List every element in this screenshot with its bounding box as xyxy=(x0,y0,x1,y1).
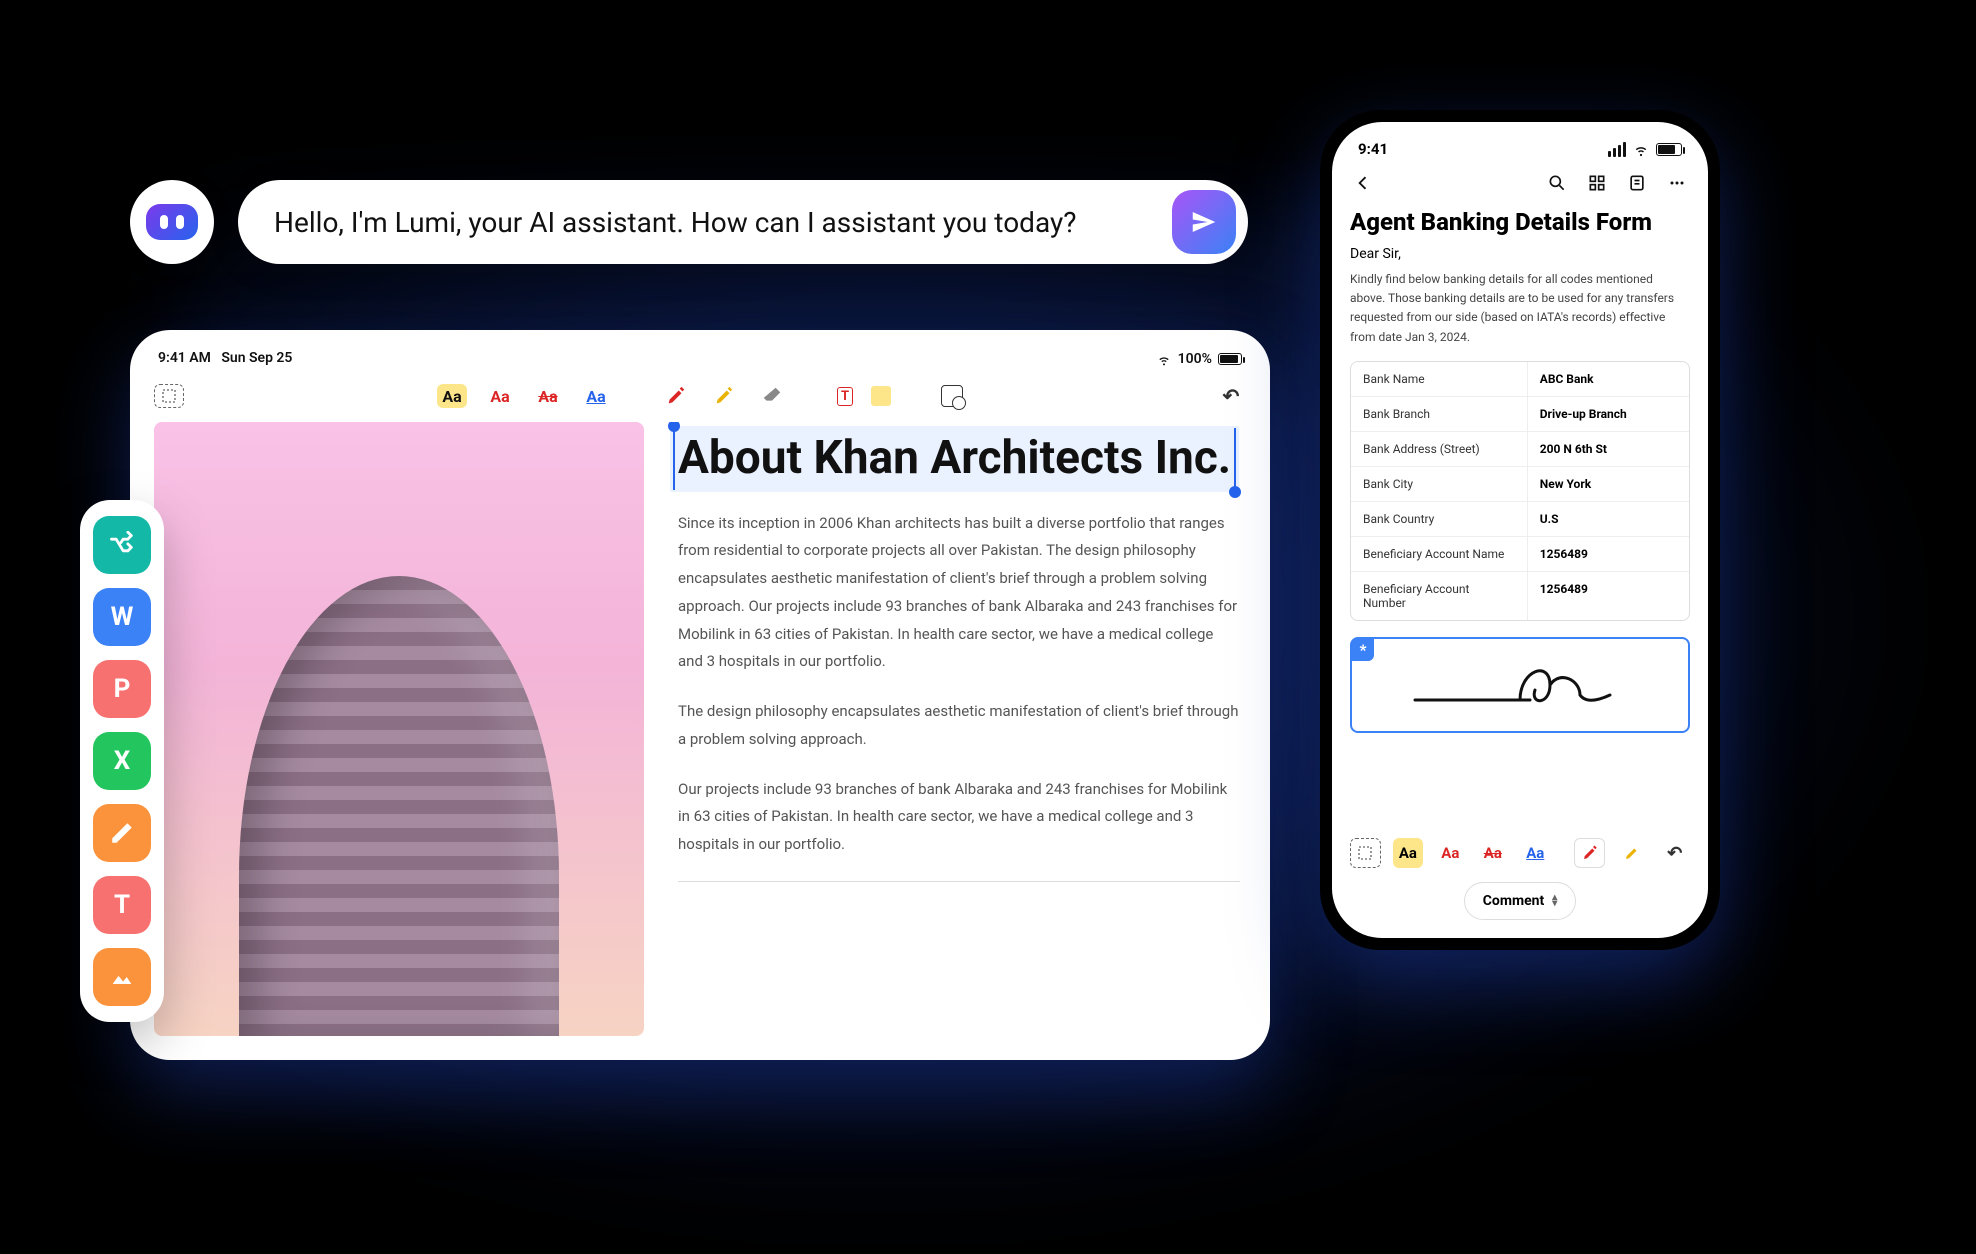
battery-pct: 100% xyxy=(1178,351,1212,367)
marker-red-icon[interactable] xyxy=(1574,838,1605,868)
battery-icon xyxy=(1218,353,1242,365)
phone-document: Agent Banking Details Form Dear Sir, Kin… xyxy=(1350,208,1690,824)
dock-excel-icon[interactable]: X xyxy=(93,732,151,790)
ai-assistant-bar: Hello, I'm Lumi, your AI assistant. How … xyxy=(130,180,1248,264)
status-time: 9:41 AM xyxy=(158,350,211,366)
undo-icon[interactable]: ↶ xyxy=(1660,838,1690,868)
table-row: Bank NameABC Bank xyxy=(1351,362,1689,396)
tablet-status-bar: 9:41 AM Sun Sep 25 100% xyxy=(154,344,1246,380)
wifi-icon xyxy=(1156,350,1172,368)
phone-frame: 9:41 xyxy=(1320,110,1720,950)
table-row: Bank Address (Street)200 N 6th St xyxy=(1351,431,1689,466)
grid-icon[interactable] xyxy=(1586,172,1608,194)
tablet-window: 9:41 AM Sun Sep 25 100% Aa Aa Aa Aa xyxy=(130,330,1270,1060)
table-row: Bank BranchDrive-up Branch xyxy=(1351,396,1689,431)
text-color-tool[interactable]: Aa xyxy=(1435,838,1465,868)
comment-label: Comment xyxy=(1483,893,1544,909)
wifi-icon xyxy=(1632,140,1650,158)
textbox-tool[interactable]: T xyxy=(837,387,853,406)
underline-tool[interactable]: Aa xyxy=(581,384,611,408)
marker-yellow-icon[interactable] xyxy=(709,384,739,408)
phone-topbar xyxy=(1350,168,1690,208)
selected-title[interactable]: About Khan Architects Inc. xyxy=(678,430,1231,488)
phone-status-bar: 9:41 xyxy=(1350,136,1690,168)
dock-ppt-icon[interactable]: P xyxy=(93,660,151,718)
dock-text-icon[interactable]: T xyxy=(93,876,151,934)
doc-title: About Khan Architects Inc. xyxy=(678,430,1231,488)
ai-robot-icon[interactable] xyxy=(130,180,214,264)
status-date: Sun Sep 25 xyxy=(221,350,292,366)
table-row: Beneficiary Account Name1256489 xyxy=(1351,536,1689,571)
outline-icon[interactable] xyxy=(1626,172,1648,194)
doc-paragraph: Our projects include 93 branches of bank… xyxy=(678,776,1240,859)
doc-paragraph: Since its inception in 2006 Khan archite… xyxy=(678,510,1240,677)
highlight-text-tool[interactable]: Aa xyxy=(437,384,467,408)
ai-input-pill[interactable]: Hello, I'm Lumi, your AI assistant. How … xyxy=(238,180,1248,264)
app-dock: W P X T xyxy=(80,500,164,1022)
highlight-text-tool[interactable]: Aa xyxy=(1393,838,1423,868)
select-tool-icon[interactable] xyxy=(154,384,184,408)
back-icon[interactable] xyxy=(1352,172,1374,194)
marker-yellow-icon[interactable] xyxy=(1617,838,1647,868)
doc-paragraph: The design philosophy encapsulates aesth… xyxy=(678,698,1240,754)
form-table: Bank NameABC Bank Bank BranchDrive-up Br… xyxy=(1350,361,1690,621)
phone-time: 9:41 xyxy=(1358,140,1388,158)
comment-button[interactable]: Comment ▴▾ xyxy=(1464,882,1577,920)
dock-word-icon[interactable]: W xyxy=(93,588,151,646)
table-row: Beneficiary Account Number1256489 xyxy=(1351,571,1689,620)
search-icon[interactable] xyxy=(1546,172,1568,194)
phone-toolbar: Aa Aa Aa Aa ↶ xyxy=(1350,824,1690,878)
form-title: Agent Banking Details Form xyxy=(1350,208,1690,236)
signature-field[interactable]: * xyxy=(1350,637,1690,733)
dock-image-icon[interactable] xyxy=(93,948,151,1006)
dock-edit-icon[interactable] xyxy=(93,804,151,862)
shape-tool-icon[interactable] xyxy=(941,385,963,407)
signature-icon xyxy=(1410,650,1630,720)
battery-icon xyxy=(1656,143,1682,156)
ai-greeting-text: Hello, I'm Lumi, your AI assistant. How … xyxy=(274,206,1152,239)
divider xyxy=(678,881,1240,882)
document-image xyxy=(154,422,644,1036)
form-description: Kindly find below banking details for al… xyxy=(1350,270,1690,347)
more-icon[interactable] xyxy=(1666,172,1688,194)
text-color-tool[interactable]: Aa xyxy=(485,384,515,408)
required-badge: * xyxy=(1352,639,1374,661)
eraser-icon[interactable] xyxy=(757,384,787,408)
form-salutation: Dear Sir, xyxy=(1350,246,1690,262)
marker-red-icon[interactable] xyxy=(661,384,691,408)
chevron-updown-icon: ▴▾ xyxy=(1552,895,1557,907)
select-tool-icon[interactable] xyxy=(1350,838,1381,868)
send-button[interactable] xyxy=(1172,190,1236,254)
document-content: About Khan Architects Inc. Since its inc… xyxy=(678,422,1246,1036)
signal-icon xyxy=(1608,142,1626,157)
table-row: Bank CountryU.S xyxy=(1351,501,1689,536)
dock-shuffle-icon[interactable] xyxy=(93,516,151,574)
undo-icon[interactable]: ↶ xyxy=(1216,384,1246,408)
tablet-toolbar: Aa Aa Aa Aa T ↶ xyxy=(154,380,1246,422)
sticky-note-tool[interactable] xyxy=(871,386,891,406)
underline-tool[interactable]: Aa xyxy=(1520,838,1550,868)
table-row: Bank CityNew York xyxy=(1351,466,1689,501)
strikethrough-tool[interactable]: Aa xyxy=(1478,838,1508,868)
strikethrough-tool[interactable]: Aa xyxy=(533,384,563,408)
